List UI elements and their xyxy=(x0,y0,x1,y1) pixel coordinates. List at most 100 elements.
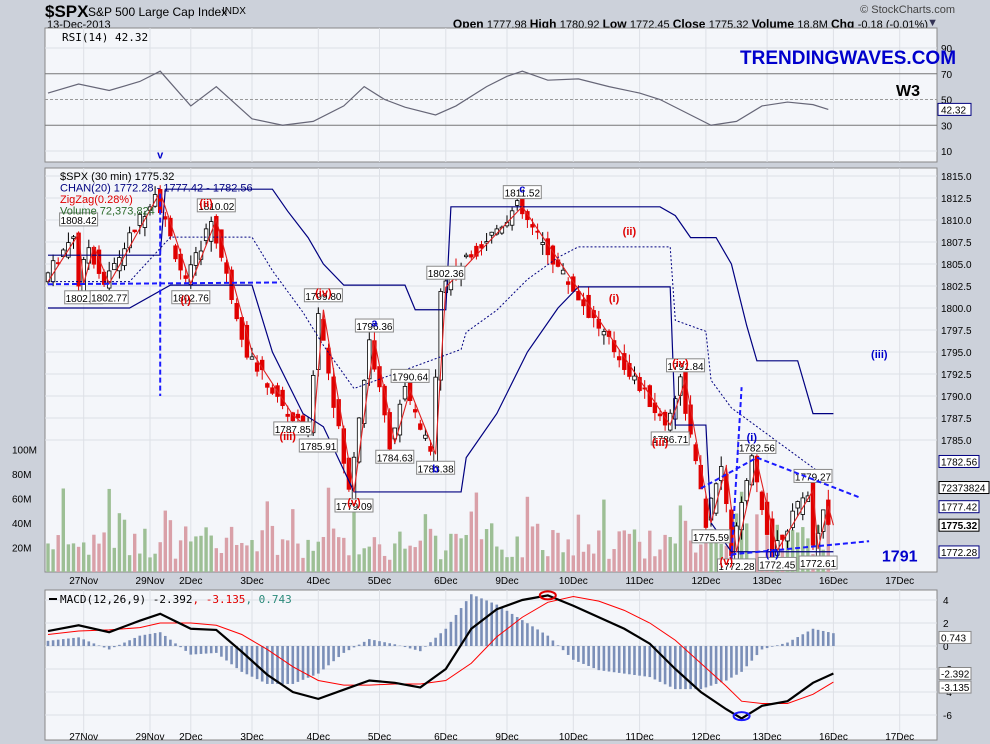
volume-bar xyxy=(393,543,397,572)
candle-body xyxy=(173,245,178,260)
volume-bar xyxy=(245,545,249,572)
macd-legend-macd: -2.392 xyxy=(146,593,192,606)
candle-body xyxy=(285,413,290,417)
wave-label: (ii) xyxy=(199,198,213,210)
volume-bar xyxy=(444,550,448,572)
volume-bar xyxy=(82,542,86,572)
macd-histogram-bar xyxy=(209,646,213,654)
macd-histogram-bar xyxy=(546,635,550,646)
macd-tag-label: -2.392 xyxy=(941,670,970,681)
macd-histogram-bar xyxy=(194,646,198,655)
macd-legend-name: MACD(12,26,9) xyxy=(60,593,146,606)
volume-bar xyxy=(515,536,519,572)
macd-histogram-bar xyxy=(607,646,611,672)
candle-body xyxy=(469,254,474,258)
macd-histogram-bar xyxy=(730,646,733,678)
wave-label: (v) xyxy=(347,497,361,509)
macd-histogram-bar xyxy=(633,646,636,675)
volume-bar xyxy=(510,556,514,572)
volume-bar xyxy=(581,551,586,572)
price-tag-label: 1772.28 xyxy=(941,548,978,559)
volume-bar xyxy=(194,536,198,572)
macd-histogram-bar xyxy=(776,645,779,646)
x-tick-label-bottom: 17Dec xyxy=(885,732,914,743)
volume-bar xyxy=(673,543,677,572)
x-tick-label: 4Dec xyxy=(307,576,330,587)
wave-label: (iii) xyxy=(279,431,296,443)
macd-histogram-bar xyxy=(56,639,60,646)
candle-body xyxy=(71,236,76,239)
macd-histogram-bar xyxy=(107,646,111,650)
macd-histogram-bar xyxy=(821,630,825,646)
candle-body xyxy=(295,413,301,419)
volume-tick-label: 20M xyxy=(12,544,31,555)
volume-bar xyxy=(597,530,601,572)
wave-label: a xyxy=(371,317,378,329)
macd-histogram-bar xyxy=(719,646,723,683)
macd-histogram-bar xyxy=(694,646,697,690)
volume-bar xyxy=(535,523,540,572)
macd-histogram-bar xyxy=(337,646,340,658)
macd-histogram-bar xyxy=(750,646,754,661)
macd-histogram-bar xyxy=(663,646,667,685)
volume-bar xyxy=(561,552,565,572)
volume-bar xyxy=(224,537,229,572)
macd-histogram-bar xyxy=(266,646,269,684)
pivot-label: 1784.63 xyxy=(377,453,414,464)
volume-bar xyxy=(250,540,254,572)
macd-histogram-bar xyxy=(612,646,616,673)
volume-bar xyxy=(286,540,290,572)
volume-bar xyxy=(321,536,326,572)
volume-bar xyxy=(413,547,417,572)
volume-bar xyxy=(694,552,698,572)
volume-bar xyxy=(122,519,127,572)
macd-histogram-bar xyxy=(740,646,743,672)
candle-body xyxy=(683,371,688,414)
macd-histogram-bar xyxy=(281,646,284,684)
volume-bar xyxy=(260,530,264,572)
volume-bar xyxy=(46,543,50,572)
macd-histogram-bar xyxy=(276,646,279,684)
price-tick-label: 1810.0 xyxy=(941,216,972,227)
macd-histogram-bar xyxy=(623,646,626,674)
volume-bar xyxy=(648,530,652,572)
x-tick-label: 13Dec xyxy=(753,576,782,587)
macd-histogram-bar xyxy=(87,641,91,646)
volume-bar xyxy=(627,533,632,572)
volume-bar xyxy=(347,555,351,572)
macd-histogram-bar xyxy=(368,639,371,646)
x-tick-label-bottom: 5Dec xyxy=(368,732,391,743)
price-tick-label: 1815.0 xyxy=(941,172,972,183)
macd-histogram-bar xyxy=(770,646,774,647)
macd-histogram-bar xyxy=(174,643,177,646)
macd-histogram-bar xyxy=(388,643,391,646)
macd-histogram-bar xyxy=(118,644,121,646)
macd-histogram-bar xyxy=(510,613,514,646)
candle-body xyxy=(203,228,209,241)
macd-histogram-bar xyxy=(541,632,544,646)
candle-body xyxy=(601,331,607,336)
macd-histogram-bar xyxy=(322,646,325,670)
macd-histogram-bar xyxy=(199,646,203,654)
volume-bar xyxy=(530,526,535,572)
macd-histogram-bar xyxy=(419,646,422,652)
x-tick-label: 27Nov xyxy=(69,576,98,587)
volume-bar xyxy=(235,544,239,572)
volume-bar xyxy=(219,552,224,572)
macd-histogram-bar xyxy=(378,641,381,646)
pivot-label: 1785.91 xyxy=(300,442,337,453)
macd-histogram-bar xyxy=(745,646,748,667)
volume-bar xyxy=(311,550,315,572)
candle-body xyxy=(265,383,270,388)
price-legend: $SPX (30 min) 1775.32 xyxy=(60,171,174,183)
volume-bar xyxy=(337,537,341,572)
rsi-last-label: 42.32 xyxy=(941,105,966,116)
volume-bar xyxy=(658,549,662,572)
volume-bar xyxy=(566,539,570,572)
macd-histogram-bar xyxy=(816,629,820,646)
price-tick-label: 1797.5 xyxy=(941,326,972,337)
macd-histogram-bar xyxy=(77,637,80,646)
volume-bar xyxy=(133,533,137,572)
volume-bar xyxy=(71,543,76,572)
volume-bar xyxy=(189,541,193,572)
